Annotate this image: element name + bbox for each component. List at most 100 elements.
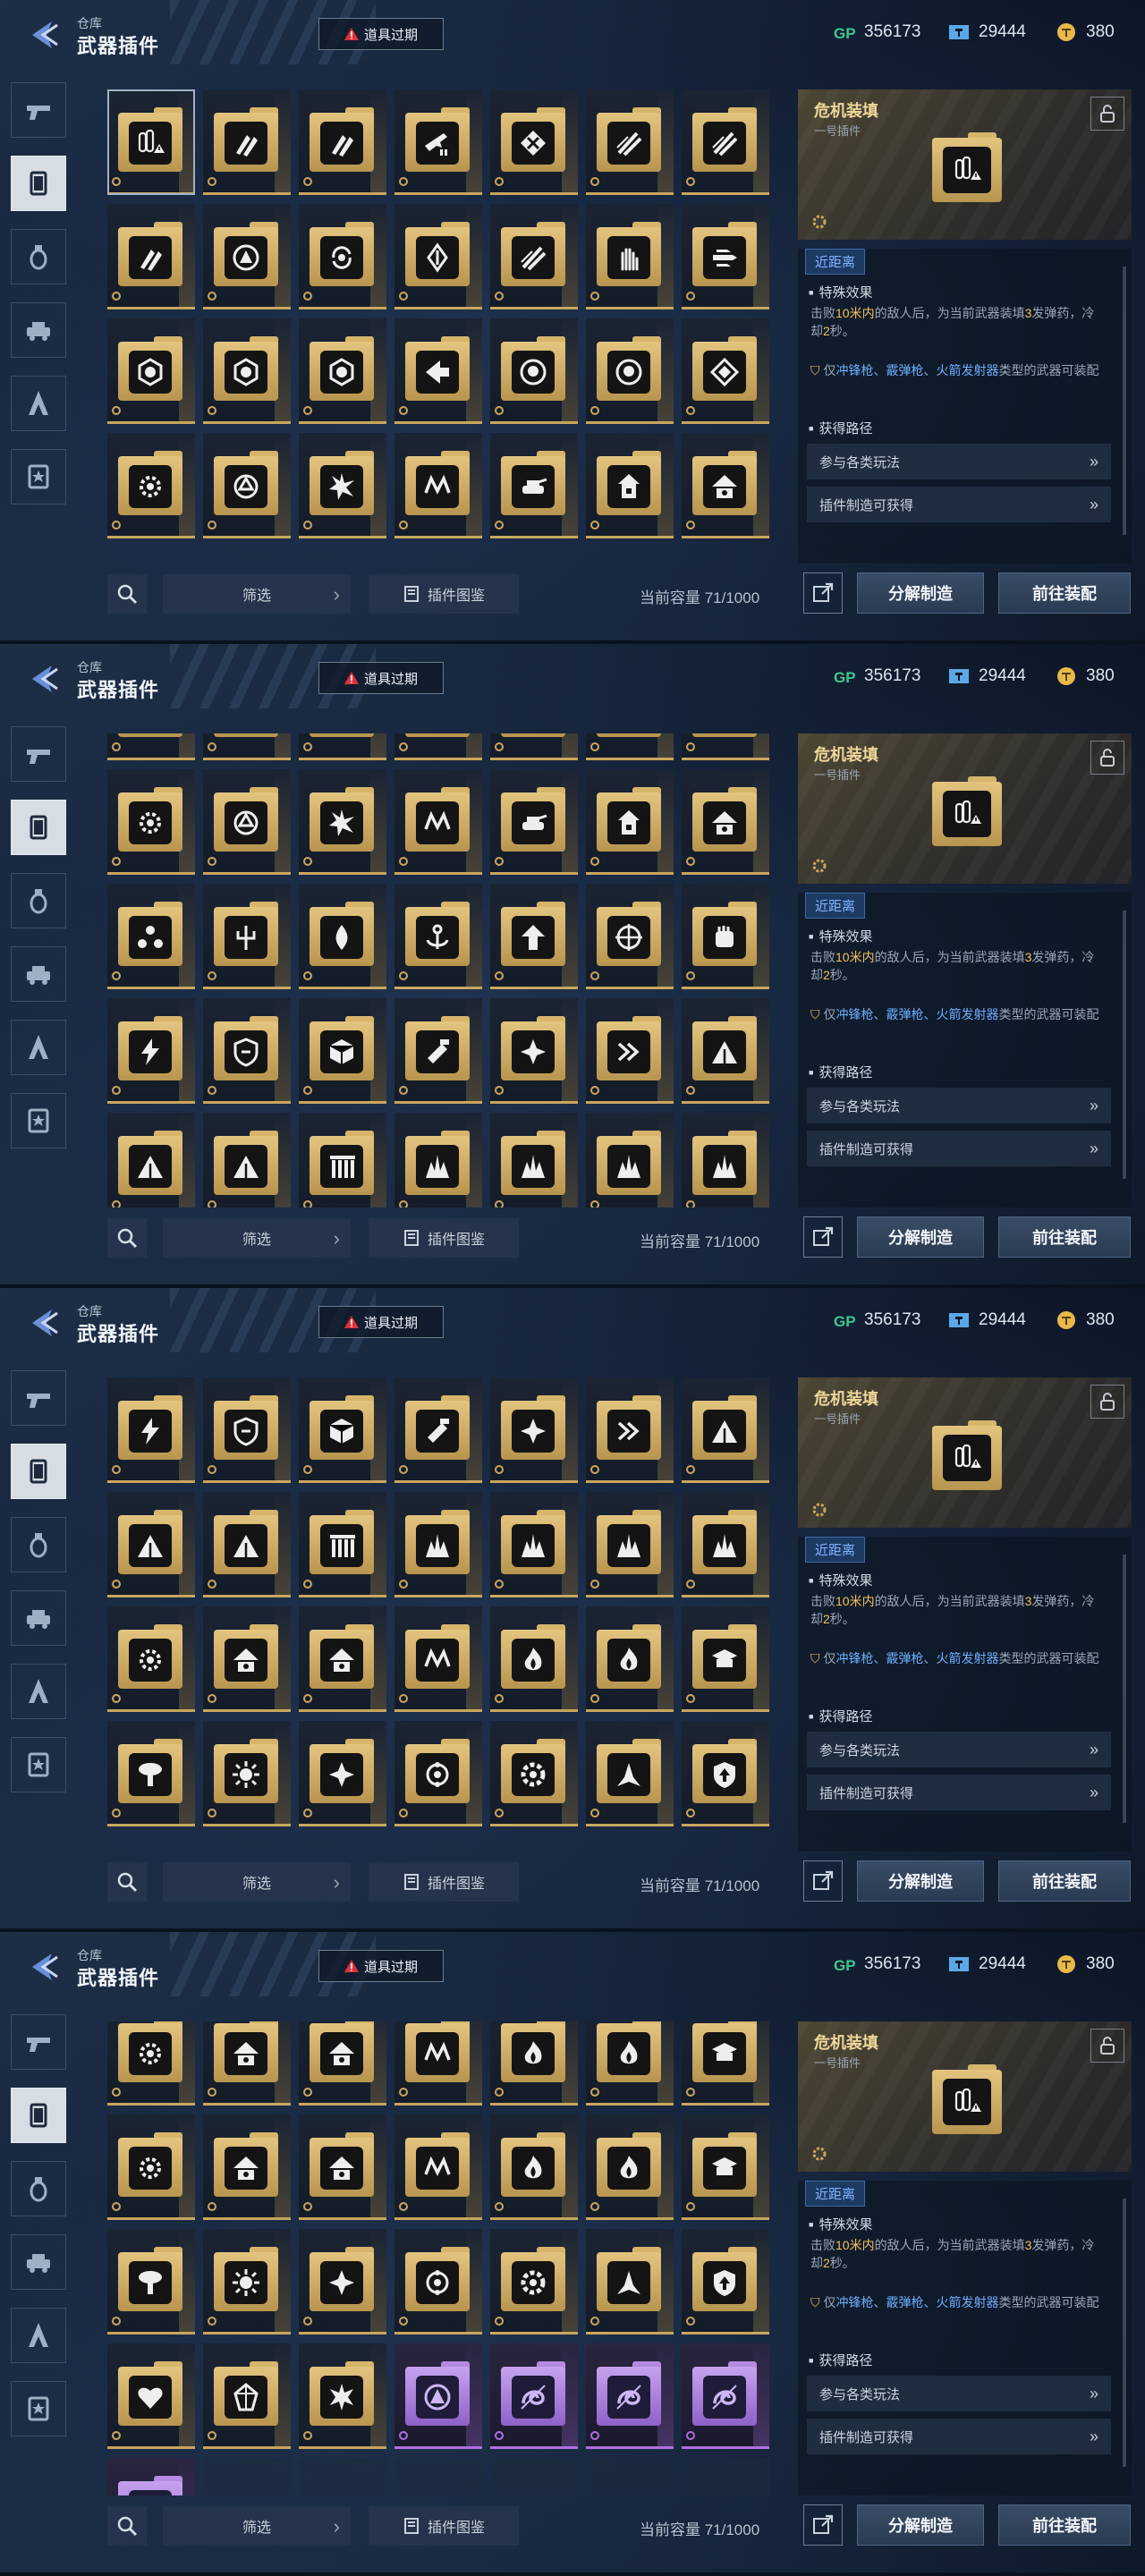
rail-tab-weapon-plugin[interactable] [11,800,66,855]
plugin-slot[interactable] [107,1377,195,1483]
plugin-slot[interactable] [586,998,674,1104]
plugin-slot[interactable] [586,1492,674,1597]
plugin-slot[interactable] [203,1492,291,1597]
plugin-slot[interactable] [682,1606,769,1712]
plugin-slot[interactable] [490,2021,578,2106]
plugin-slot[interactable] [586,733,674,760]
plugin-slot[interactable] [107,2021,195,2106]
plugin-grid[interactable] [107,89,778,564]
expired-items-button[interactable]: 道具过期 [318,1306,444,1338]
plugin-slot[interactable] [682,884,769,989]
plugin-slot[interactable] [586,1721,674,1826]
plugin-slot[interactable] [682,433,769,538]
rail-tab-grenade[interactable] [11,2161,66,2216]
plugin-slot[interactable] [299,1113,386,1208]
plugin-slot[interactable] [203,433,291,538]
plugin-slot[interactable] [203,89,291,195]
rail-tab-tower[interactable] [11,376,66,431]
plugin-slot[interactable] [299,2021,386,2106]
plugin-slot[interactable] [490,204,578,309]
rail-tab-tower[interactable] [11,1020,66,1075]
plugin-slot[interactable] [586,1606,674,1712]
plugin-slot[interactable] [682,1492,769,1597]
plugin-slot[interactable] [586,769,674,875]
plugin-slot[interactable] [107,1606,195,1712]
plugin-slot[interactable] [394,884,482,989]
plugin-slot[interactable] [203,1377,291,1483]
plugin-grid[interactable] [107,733,778,1208]
plugin-slot[interactable] [394,89,482,195]
plugin-slot[interactable] [107,2114,195,2220]
plugin-slot[interactable] [586,2229,674,2334]
route-item-craft[interactable]: 插件制造可获得» [807,2419,1111,2454]
plugin-slot[interactable] [203,998,291,1104]
plugin-slot[interactable] [490,1606,578,1712]
plugin-slot[interactable] [203,1606,291,1712]
rail-tab-grenade[interactable] [11,1517,66,1572]
plugin-slot[interactable] [299,884,386,989]
dismantle-button[interactable]: 分解制造 [857,2504,984,2546]
plugin-slot[interactable] [394,1492,482,1597]
expired-items-button[interactable]: 道具过期 [318,18,444,50]
plugin-slot[interactable] [299,2114,386,2220]
plugin-slot[interactable] [203,884,291,989]
plugin-slot[interactable] [682,2229,769,2334]
plugin-slot[interactable] [490,884,578,989]
rail-tab-pistol[interactable] [11,1370,66,1426]
plugin-slot[interactable] [394,998,482,1104]
search-button[interactable] [107,2506,147,2546]
lock-button[interactable] [1090,2029,1124,2063]
plugin-slot[interactable] [299,1492,386,1597]
plugin-slot[interactable] [107,433,195,538]
expired-items-button[interactable]: 道具过期 [318,1950,444,1982]
plugin-slot[interactable] [299,2343,386,2449]
codex-button[interactable]: 插件图鉴 [369,574,519,614]
plugin-slot[interactable] [107,733,195,760]
route-item-craft[interactable]: 插件制造可获得» [807,1775,1111,1810]
plugin-slot[interactable] [586,204,674,309]
plugin-slot[interactable] [107,998,195,1104]
rail-tab-vehicle[interactable] [11,302,66,358]
plugin-slot[interactable] [682,2114,769,2220]
rail-tab-vehicle[interactable] [11,2234,66,2290]
plugin-slot[interactable] [586,2343,674,2449]
rail-tab-weapon-plugin[interactable] [11,156,66,211]
plugin-slot[interactable] [203,1113,291,1208]
plugin-slot[interactable] [394,1606,482,1712]
plugin-slot[interactable] [107,769,195,875]
plugin-slot[interactable] [586,89,674,195]
plugin-slot[interactable] [394,2343,482,2449]
plugin-slot[interactable] [682,769,769,875]
route-item-gameplay[interactable]: 参与各类玩法» [807,2376,1111,2411]
plugin-slot[interactable] [299,318,386,424]
plugin-slot[interactable] [299,2229,386,2334]
plugin-slot[interactable] [203,733,291,760]
plugin-slot[interactable] [107,1492,195,1597]
rail-tab-pistol[interactable] [11,2014,66,2070]
detail-scrollbar[interactable] [1123,267,1126,535]
route-item-gameplay[interactable]: 参与各类玩法» [807,1088,1111,1123]
plugin-slot[interactable] [394,1721,482,1826]
rail-tab-pistol[interactable] [11,82,66,138]
plugin-slot[interactable] [299,1721,386,1826]
plugin-slot[interactable] [586,1377,674,1483]
rail-tab-vehicle[interactable] [11,946,66,1002]
plugin-slot[interactable] [682,1113,769,1208]
detail-scrollbar[interactable] [1123,1555,1126,1823]
lock-button[interactable] [1090,97,1124,131]
plugin-slot[interactable] [394,2114,482,2220]
plugin-slot[interactable] [299,998,386,1104]
filter-button[interactable]: 筛选 › [163,2506,351,2546]
rail-tab-pistol[interactable] [11,726,66,782]
plugin-slot[interactable] [490,318,578,424]
dismantle-button[interactable]: 分解制造 [857,572,984,614]
plugin-slot[interactable] [586,318,674,424]
route-item-gameplay[interactable]: 参与各类玩法» [807,444,1111,479]
rail-tab-tower[interactable] [11,1664,66,1719]
search-button[interactable] [107,1862,147,1902]
plugin-slot[interactable] [682,1721,769,1826]
plugin-slot[interactable] [107,204,195,309]
plugin-slot[interactable] [394,769,482,875]
plugin-slot[interactable] [107,318,195,424]
plugin-slot[interactable] [490,733,578,760]
